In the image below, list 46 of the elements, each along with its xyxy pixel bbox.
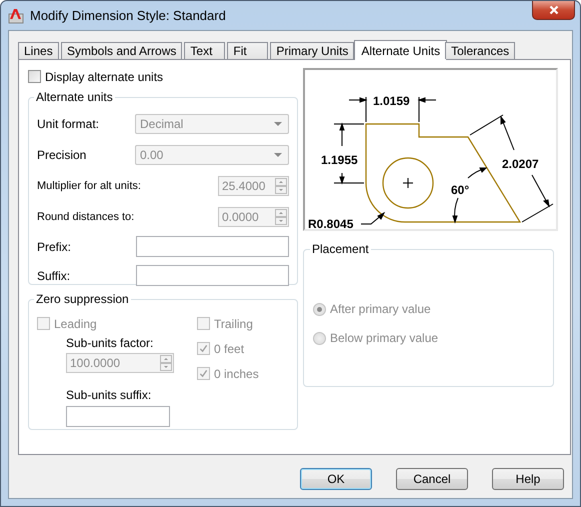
close-icon xyxy=(548,5,558,15)
checkbox-label: Leading xyxy=(54,316,97,330)
tab[interactable]: Alternate Units xyxy=(354,40,448,60)
close-button[interactable] xyxy=(532,1,575,20)
dimension-label: 2.0207 xyxy=(502,157,539,171)
check-icon xyxy=(199,344,208,353)
tab[interactable]: Tolerances xyxy=(445,42,516,59)
tab[interactable]: Text xyxy=(184,42,226,59)
radio-label: Below primary value xyxy=(330,331,438,345)
tab[interactable]: Fit xyxy=(227,42,268,59)
caret-icon xyxy=(274,122,282,126)
dimension-label: R0.8045 xyxy=(308,217,354,229)
field-label: Multiplier for alt units: xyxy=(37,180,141,192)
tab[interactable]: Lines xyxy=(18,42,59,59)
dimension-label: 1.1955 xyxy=(321,153,358,167)
caret-icon xyxy=(274,152,282,156)
input-field[interactable] xyxy=(136,265,289,286)
tab[interactable]: Symbols and Arrows xyxy=(61,42,182,59)
dialog-button[interactable]: Cancel xyxy=(396,468,468,490)
field-label: Sub-units suffix: xyxy=(66,388,152,402)
dialog-button[interactable]: OK xyxy=(300,468,372,490)
checkbox-label: 0 feet xyxy=(214,342,244,356)
input-field[interactable] xyxy=(66,406,170,427)
group-title: Alternate units xyxy=(35,90,114,104)
check-icon xyxy=(199,369,208,378)
dimension-label: 60° xyxy=(451,183,470,197)
dialog-button[interactable]: Help xyxy=(492,468,564,490)
app-icon xyxy=(8,8,24,24)
checkbox-label: 0 inches xyxy=(214,366,259,380)
field-label: Round distances to: xyxy=(37,210,134,222)
field-label: Precision xyxy=(37,148,86,162)
input-field[interactable] xyxy=(136,236,289,257)
field-label: Sub-units factor: xyxy=(66,336,154,350)
tab[interactable]: Primary Units xyxy=(270,42,354,59)
dimension-label: 1.0159 xyxy=(373,94,410,108)
window-title: Modify Dimension Style: Standard xyxy=(30,8,226,23)
field-label: Prefix: xyxy=(37,240,72,254)
checkbox-label: Display alternate units xyxy=(45,70,164,84)
group-title: Zero suppression xyxy=(35,292,130,306)
field-label: Suffix: xyxy=(37,268,70,282)
center-mark-icon xyxy=(402,178,414,188)
checkbox-label: Trailing xyxy=(214,316,253,330)
group-title: Placement xyxy=(311,242,370,256)
radio-label: After primary value xyxy=(330,302,431,316)
checkbox[interactable] xyxy=(28,70,41,83)
field-label: Unit format: xyxy=(37,116,100,130)
